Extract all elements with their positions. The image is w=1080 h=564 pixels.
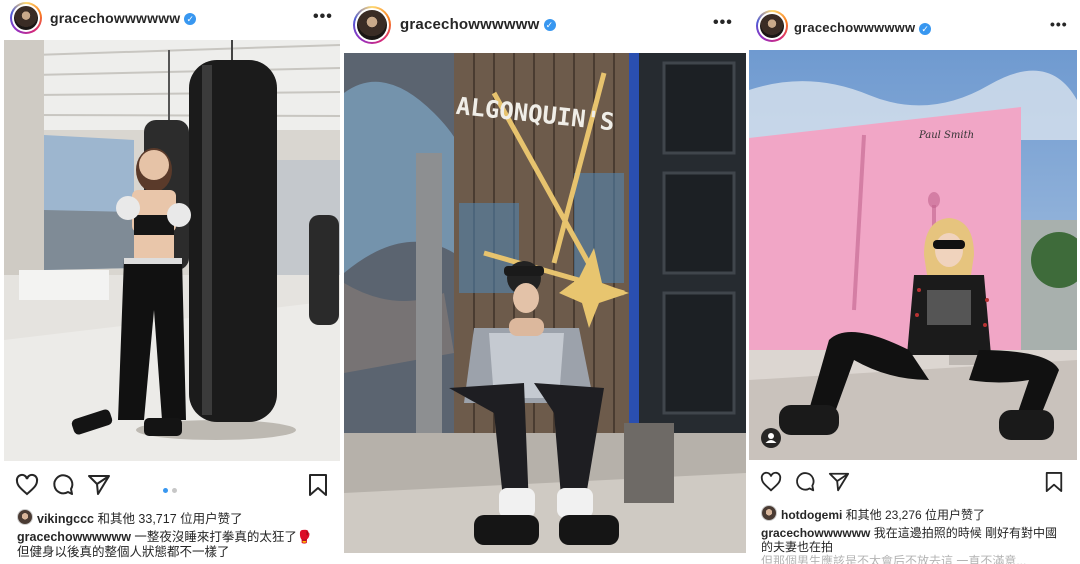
more-icon[interactable]: ••• bbox=[1050, 16, 1068, 32]
caption-text-line3: 但那個男生應該是不太會后不放去這 一直不滿意... bbox=[761, 554, 1027, 564]
caption-text: 我在這邊拍照的時候 剛好有對中國 bbox=[870, 526, 1058, 540]
post-header: gracechowwwwww ✓ ••• bbox=[748, 0, 1080, 48]
caption-text-line2: 的夫妻也在拍 bbox=[761, 540, 834, 554]
more-icon[interactable]: ••• bbox=[713, 14, 733, 32]
share-icon[interactable] bbox=[87, 473, 111, 497]
post-header: gracechowwwwww ✓ ••• bbox=[0, 0, 343, 40]
verified-icon: ✓ bbox=[184, 13, 197, 26]
username-text: gracechowwwwww bbox=[794, 20, 916, 35]
bookmark-icon[interactable] bbox=[1044, 471, 1064, 493]
liker-avatar bbox=[761, 505, 777, 521]
liker-username[interactable]: vikingccc bbox=[37, 512, 94, 526]
caption: gracechowwwwww 我在這邊拍照的時候 剛好有對中國 的夫妻也在拍 但… bbox=[761, 526, 1077, 564]
post-1: gracechowwwwww ✓ ••• vikingccc 和其他 33,71… bbox=[0, 0, 343, 564]
caption-username[interactable]: gracechowwwwww bbox=[17, 530, 131, 544]
action-bar bbox=[760, 471, 1070, 497]
caption: gracechowwwwww 一整夜沒睡來打拳真的太狂了🥊 但健身以後真的整個人… bbox=[17, 530, 337, 560]
comment-icon[interactable] bbox=[794, 471, 816, 493]
gym-boxing-photo bbox=[4, 40, 340, 461]
username-text: gracechowwwwww bbox=[50, 10, 181, 26]
likes-summary[interactable]: vikingccc 和其他 33,717 位用户赞了 bbox=[17, 508, 243, 527]
likes-count-text: 和其他 23,276 位用户赞了 bbox=[842, 508, 986, 522]
post-header: gracechowwwwww ✓ ••• bbox=[343, 0, 748, 52]
door-street-photo: ALGONQUIN'S bbox=[344, 53, 746, 553]
post-photo[interactable] bbox=[4, 40, 340, 461]
post-2: gracechowwwwww ✓ ••• ALGONQUIN'S bbox=[343, 0, 748, 564]
liker-username[interactable]: hotdogemi bbox=[781, 508, 842, 522]
avatar[interactable] bbox=[353, 6, 391, 44]
comment-icon[interactable] bbox=[51, 473, 75, 497]
pink-wall-photo: Paul Smith bbox=[749, 50, 1077, 460]
avatar[interactable] bbox=[756, 10, 788, 42]
share-icon[interactable] bbox=[828, 471, 850, 493]
liker-avatar bbox=[17, 509, 33, 525]
verified-icon: ✓ bbox=[919, 22, 932, 35]
verified-icon: ✓ bbox=[543, 19, 556, 32]
caption-text: 一整夜沒睡來打拳真的太狂了🥊 bbox=[130, 530, 313, 544]
username-text: gracechowwwwww bbox=[400, 16, 540, 33]
more-icon[interactable]: ••• bbox=[313, 8, 333, 26]
heart-icon[interactable] bbox=[15, 473, 39, 497]
likes-summary[interactable]: hotdogemi 和其他 23,276 位用户赞了 bbox=[761, 505, 985, 523]
username-link[interactable]: gracechowwwwww ✓ bbox=[50, 10, 197, 26]
caption-text-line2: 但健身以後真的整個人狀態都不一樣了 bbox=[17, 545, 230, 559]
likes-count-text: 和其他 33,717 位用户赞了 bbox=[93, 512, 243, 526]
wall-sign-text: Paul Smith bbox=[918, 130, 974, 141]
user-tag-icon[interactable] bbox=[761, 428, 781, 448]
post-3: gracechowwwwww ✓ ••• Paul Smith hotdogem… bbox=[748, 0, 1080, 564]
username-link[interactable]: gracechowwwwww ✓ bbox=[400, 16, 556, 33]
action-bar bbox=[15, 473, 335, 499]
caption-username[interactable]: gracechowwwwww bbox=[761, 526, 870, 540]
post-photo[interactable]: ALGONQUIN'S bbox=[344, 53, 746, 553]
post-photo[interactable]: Paul Smith bbox=[749, 50, 1077, 460]
bookmark-icon[interactable] bbox=[307, 473, 329, 497]
heart-icon[interactable] bbox=[760, 471, 782, 493]
avatar[interactable] bbox=[10, 2, 42, 34]
username-link[interactable]: gracechowwwwww ✓ bbox=[794, 20, 932, 35]
